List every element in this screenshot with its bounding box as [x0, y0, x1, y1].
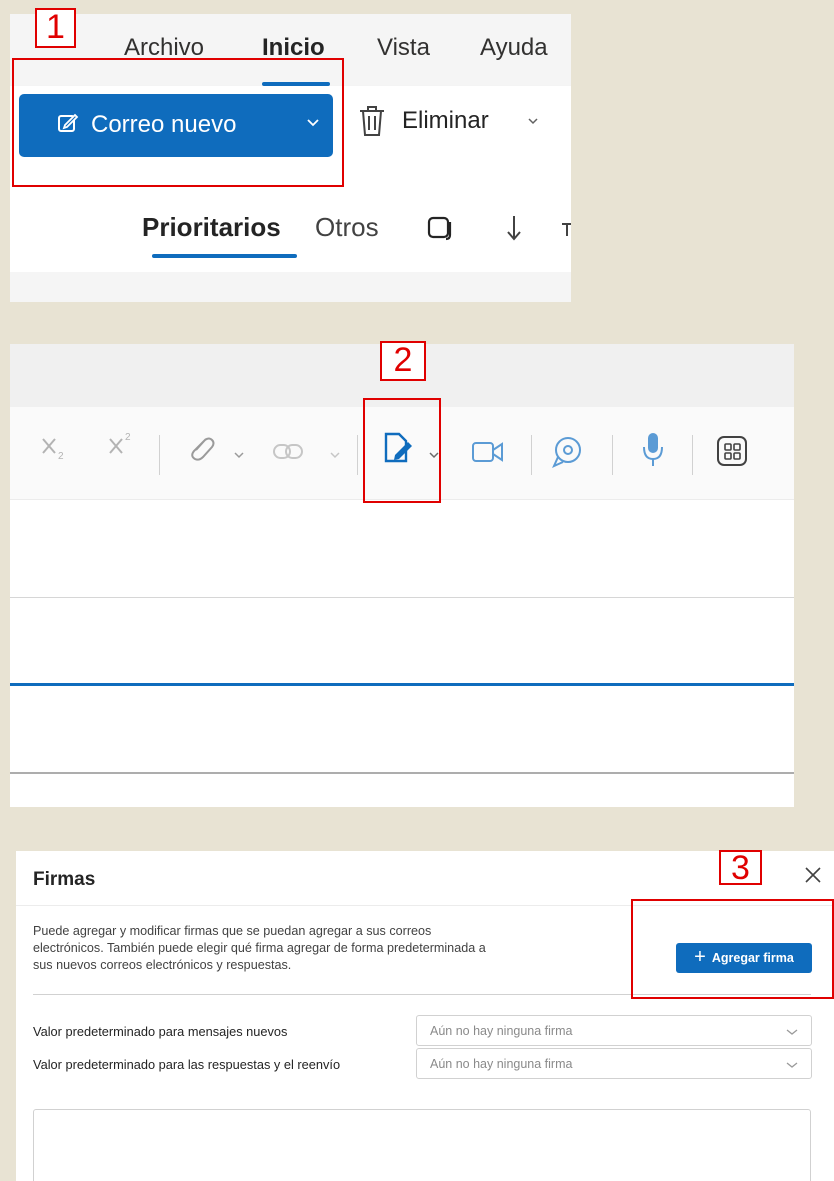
toolbar-separator	[692, 435, 693, 475]
apps-icon[interactable]	[716, 435, 750, 474]
field-divider	[10, 597, 794, 598]
chevron-down-icon[interactable]	[233, 447, 245, 465]
new-messages-select[interactable]: Aún no hay ninguna firma	[416, 1015, 812, 1046]
new-messages-value: Aún no hay ninguna firma	[430, 1024, 573, 1038]
svg-text:2: 2	[58, 451, 64, 462]
dictate-icon[interactable]	[640, 431, 666, 474]
step-number-2: 2	[380, 341, 426, 381]
chevron-down-icon[interactable]	[526, 114, 540, 132]
toolbar-separator	[357, 435, 358, 475]
dialog-description: Puede agregar y modificar firmas que se …	[33, 924, 486, 972]
superscript-icon[interactable]: 2	[107, 427, 137, 466]
field-divider	[10, 772, 794, 774]
select-icon[interactable]	[426, 214, 454, 247]
step-1-highlight	[12, 58, 344, 187]
delete-label: Eliminar	[402, 107, 489, 134]
menu-ayuda[interactable]: Ayuda	[480, 34, 548, 62]
toolbar-separator	[159, 435, 160, 475]
step-2-highlight	[363, 398, 441, 503]
step-number-3: 3	[719, 850, 762, 885]
replies-select[interactable]: Aún no hay ninguna firma	[416, 1048, 812, 1079]
tab-otros[interactable]: Otros	[315, 212, 423, 243]
chevron-down-icon	[785, 1059, 799, 1073]
focused-field-underline	[10, 683, 794, 686]
signature-editor-area[interactable]	[33, 1109, 811, 1181]
chevron-down-icon[interactable]	[329, 447, 341, 465]
filter-icon[interactable]	[562, 222, 571, 241]
step-3-highlight	[631, 899, 834, 999]
tab-prioritarios[interactable]: Prioritarios	[142, 212, 281, 243]
sort-icon[interactable]	[502, 214, 522, 249]
step-number-1: 1	[35, 8, 76, 48]
trash-icon	[356, 104, 388, 143]
dialog-title: Firmas	[33, 869, 96, 890]
chevron-down-icon	[785, 1026, 799, 1040]
active-tab-indicator	[152, 254, 297, 258]
toolbar-separator	[531, 435, 532, 475]
menu-vista[interactable]: Vista	[377, 34, 430, 62]
replies-value: Aún no hay ninguna firma	[430, 1057, 573, 1071]
svg-text:2: 2	[125, 432, 131, 443]
loop-icon[interactable]	[550, 435, 584, 474]
attach-icon[interactable]	[186, 433, 216, 470]
link-icon[interactable]	[272, 441, 306, 468]
inbox-tabs: Prioritarios Otros	[10, 176, 571, 273]
replies-label: Valor predeterminado para las respuestas…	[33, 1057, 341, 1072]
subscript-icon[interactable]: 2	[40, 431, 68, 468]
new-messages-label: Valor predeterminado para mensajes nuevo…	[33, 1024, 288, 1039]
video-meeting-icon[interactable]	[471, 439, 505, 470]
toolbar-separator	[612, 435, 613, 475]
message-list-strip	[10, 272, 571, 302]
close-icon[interactable]	[804, 863, 822, 891]
